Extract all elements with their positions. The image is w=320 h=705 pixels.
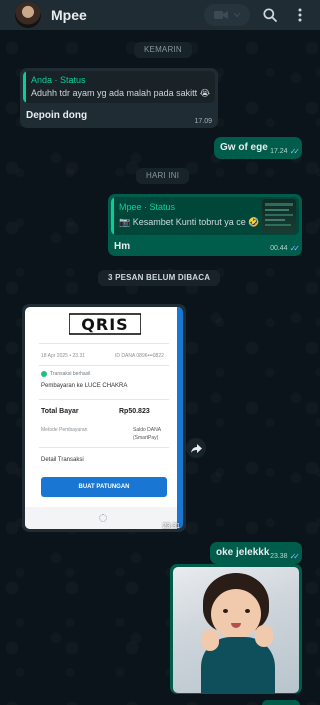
message-time: 23.38 ✓✓ <box>270 552 301 561</box>
contact-avatar[interactable] <box>15 2 41 28</box>
quoted-status[interactable]: Mpee · Status 📷 Kesambet Kunti tobrut ya… <box>111 197 299 235</box>
receipt-method-sub: (SmartPay) <box>133 435 159 441</box>
message-incoming-status-reply[interactable]: Anda · Status Aduhh tdr ayam yg ada mala… <box>20 68 218 128</box>
separator <box>39 365 169 366</box>
quoted-status[interactable]: Anda · Status Aduhh tdr ayam yg ada mala… <box>23 71 215 103</box>
message-outgoing-status-reply[interactable]: Mpee · Status 📷 Kesambet Kunti tobrut ya… <box>108 194 302 256</box>
message-outgoing[interactable]: oke jelekkk 23.38 ✓✓ <box>210 542 302 564</box>
receipt-detail-label: Detail Transaksi <box>41 457 84 463</box>
quote-text: 📷 Kesambet Kunti tobrut ya ce 🤣 <box>119 217 260 227</box>
receipt-id: ID DANA 0896•••0822 <box>115 353 164 359</box>
success-check-icon <box>41 371 47 377</box>
video-call-icon <box>214 11 228 19</box>
message-text: oke jelekkk <box>216 547 270 558</box>
image-time: 23.31 <box>162 523 180 530</box>
receipt-total-value: Rp50.823 <box>119 408 150 415</box>
qris-logo: QRIS <box>69 313 141 335</box>
thumb-line <box>265 224 291 226</box>
search-icon <box>263 8 277 22</box>
separator <box>39 399 169 400</box>
time-text: 23.38 <box>270 553 288 560</box>
receipt-total-label: Total Bayar <box>41 408 79 415</box>
quote-title: Mpee · Status <box>119 202 176 212</box>
receipt-merchant: Pembayaran ke LUCE CHAKRA <box>41 383 128 389</box>
chat-header: Mpee <box>0 0 320 30</box>
more-vert-icon <box>298 8 302 22</box>
message-outgoing[interactable]: Gw of ege 17.24 ✓✓ <box>214 137 302 159</box>
read-ticks-icon: ✓✓ <box>289 147 301 156</box>
search-button[interactable] <box>262 7 278 23</box>
qris-logo-text: QRIS <box>81 315 128 334</box>
loading-spinner-icon <box>99 514 107 522</box>
back-area[interactable] <box>0 0 12 30</box>
photo-face <box>211 589 261 639</box>
receipt-image[interactable]: QRIS 18 Apr 2025 • 23.31 ID DANA 0896•••… <box>25 307 183 529</box>
quote-title: Anda · Status <box>31 75 86 85</box>
quote-accent-bar <box>23 71 26 103</box>
receipt-method-value: Saldo DANA <box>133 427 162 433</box>
quote-accent-bar <box>111 197 114 235</box>
status-thumbnail[interactable] <box>262 199 296 233</box>
separator <box>39 447 169 448</box>
thumb-line <box>265 214 293 216</box>
photo-eye <box>223 609 228 613</box>
thumb-line <box>265 203 293 206</box>
message-incoming-image[interactable]: QRIS 18 Apr 2025 • 23.31 ID DANA 0896•••… <box>22 304 186 532</box>
thumb-line <box>265 219 285 221</box>
forward-button[interactable] <box>186 438 206 458</box>
video-call-button[interactable] <box>204 4 250 26</box>
time-text: 00.44 <box>270 245 288 252</box>
unread-messages-banner: 3 PESAN BELUM DIBACA <box>98 270 221 286</box>
chat-area[interactable]: KEMARIN Anda · Status Aduhh tdr ayam yg … <box>0 30 320 705</box>
photo-eye <box>245 609 250 613</box>
chevron-down-icon <box>234 13 240 17</box>
message-outgoing-image[interactable] <box>170 564 302 694</box>
contact-name[interactable]: Mpee <box>51 7 87 23</box>
forward-icon <box>190 443 202 453</box>
thumb-line <box>265 209 289 211</box>
menu-button[interactable] <box>292 7 308 23</box>
message-time: 00.44 ✓✓ <box>270 244 301 253</box>
date-separator-today: HARI INI <box>136 168 190 184</box>
quote-text: Aduhh tdr ayam yg ada malah pada sakitt … <box>31 88 211 98</box>
receipt-footer <box>25 507 177 529</box>
next-message-peek <box>262 700 300 705</box>
receipt-date: 18 Apr 2025 • 23.31 <box>41 353 86 359</box>
photo-image[interactable] <box>173 567 299 693</box>
buat-patungan-button: BUAT PATUNGAN <box>41 477 167 497</box>
separator <box>39 343 169 344</box>
receipt-method-label: Metode Pembayaran <box>41 427 88 433</box>
read-ticks-icon: ✓✓ <box>289 244 301 253</box>
message-text: Depoin dong <box>26 110 88 121</box>
message-time: 17.09 <box>194 118 212 125</box>
time-text: 17.09 <box>194 118 212 125</box>
read-ticks-icon: ✓✓ <box>289 552 301 561</box>
receipt-status: Transaksi berhasil <box>50 371 91 377</box>
message-time: 17.24 ✓✓ <box>270 147 301 156</box>
time-text: 17.24 <box>270 148 288 155</box>
date-separator-yesterday: KEMARIN <box>134 42 192 58</box>
photo-hand <box>255 625 273 647</box>
message-text: Hm <box>114 241 131 252</box>
message-text: Gw of ege <box>220 142 268 153</box>
photo-hand <box>201 629 219 651</box>
